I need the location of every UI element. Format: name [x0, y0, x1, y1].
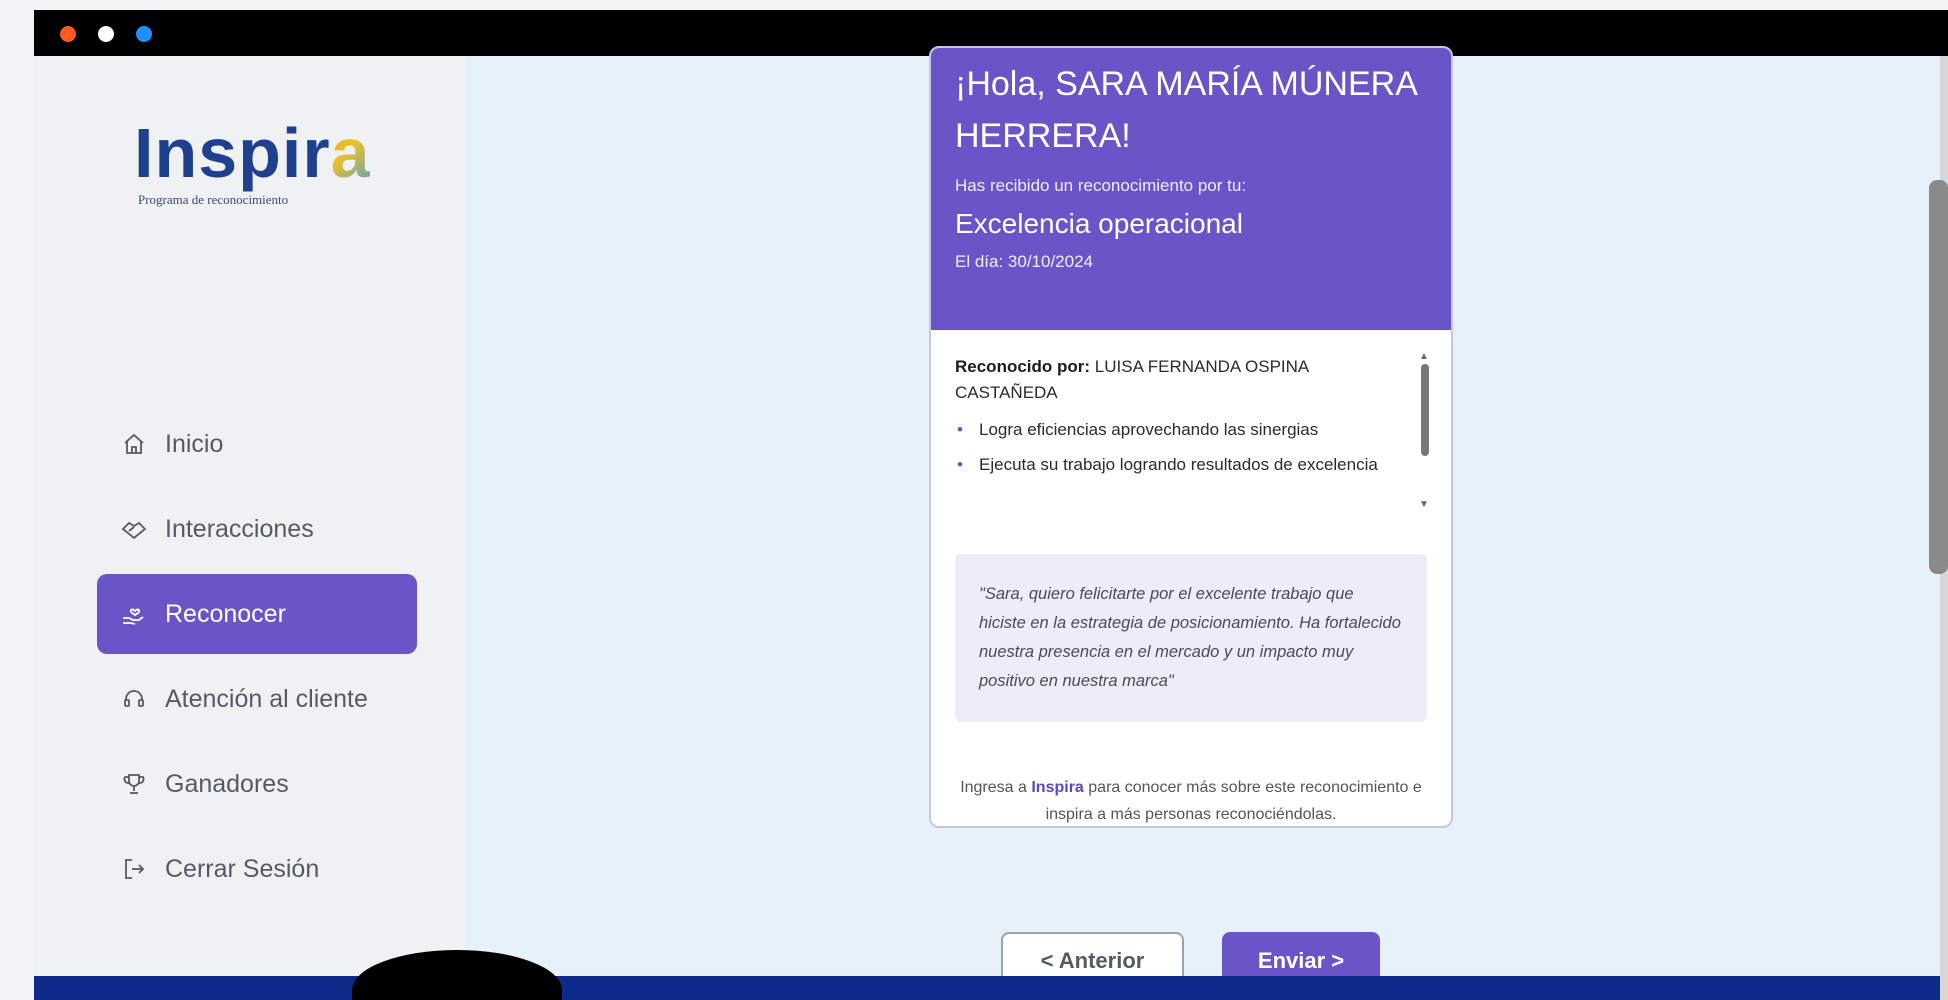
recognition-message: "Sara, quiero felicitarte por el excelen…: [955, 554, 1427, 722]
home-icon: [119, 429, 149, 459]
recognition-details-scrollbox[interactable]: Reconocido por: LUISA FERNANDA OSPINA CA…: [955, 351, 1429, 524]
inner-scrollbar[interactable]: ▲ ▼: [1419, 344, 1431, 524]
sidebar-item-label: Reconocer: [165, 599, 286, 628]
sidebar-item-label: Ganadores: [165, 769, 289, 798]
footer-brand-link[interactable]: Inspira: [1031, 779, 1083, 796]
headset-icon: [119, 684, 149, 714]
card-footer-text: Ingresa a Inspira para conocer más sobre…: [955, 774, 1427, 826]
page-scrollbar-thumb[interactable]: [1929, 180, 1948, 574]
logo-word-accent: a: [330, 114, 371, 192]
desktop-background: Inspira Programa de reconocimiento Inici…: [0, 0, 1948, 1000]
received-text: Has recibido un reconocimiento por tu:: [955, 176, 1247, 195]
scroll-down-arrow-icon[interactable]: ▼: [1419, 492, 1429, 518]
sidebar-nav: Inicio Interacciones Reconocer Atención …: [97, 404, 417, 914]
recognition-date: El día: 30/10/2024: [955, 252, 1094, 271]
app-window: Inspira Programa de reconocimiento Inici…: [34, 10, 1948, 1000]
sidebar-item-label: Interacciones: [165, 514, 314, 543]
recognition-card: ¡Hola, SARA MARÍA MÚNERA HERRERA! Has re…: [929, 46, 1453, 828]
hands-icon: [119, 514, 149, 544]
sidebar: Inspira Programa de reconocimiento Inici…: [34, 56, 466, 1000]
card-body: Reconocido por: LUISA FERNANDA OSPINA CA…: [931, 330, 1451, 826]
sidebar-item-reconocer[interactable]: Reconocer: [97, 574, 417, 654]
maximize-window-button[interactable]: [136, 26, 152, 42]
minimize-window-button[interactable]: [98, 26, 114, 42]
list-item: Ejecuta su trabajo logrando resultados d…: [955, 451, 1403, 478]
close-window-button[interactable]: [60, 26, 76, 42]
list-item: Logra eficiencias aprovechando las siner…: [955, 416, 1403, 443]
sidebar-item-cerrar-sesion[interactable]: Cerrar Sesión: [97, 829, 417, 909]
inspira-logo[interactable]: Inspira Programa de reconocimiento: [134, 118, 371, 208]
logo-word-main: Inspir: [134, 114, 331, 192]
sidebar-item-atencion[interactable]: Atención al cliente: [97, 659, 417, 739]
sidebar-item-ganadores[interactable]: Ganadores: [97, 744, 417, 824]
main-content: ¡Hola, SARA MARÍA MÚNERA HERRERA! Has re…: [466, 46, 1940, 1000]
recognized-by-label: Reconocido por:: [955, 357, 1091, 376]
sidebar-item-interacciones[interactable]: Interacciones: [97, 489, 417, 569]
behaviors-list: Logra eficiencias aprovechando las siner…: [955, 416, 1403, 478]
card-header: ¡Hola, SARA MARÍA MÚNERA HERRERA! Has re…: [931, 48, 1451, 330]
sidebar-item-label: Inicio: [165, 429, 224, 458]
sidebar-item-label: Atención al cliente: [165, 684, 368, 713]
footer-post: para conocer más sobre este reconocimien…: [1045, 779, 1422, 823]
logout-icon: [119, 854, 149, 884]
trophy-icon: [119, 769, 149, 799]
sidebar-item-label: Cerrar Sesión: [165, 854, 320, 883]
inner-scrollbar-thumb[interactable]: [1421, 364, 1429, 456]
bottom-banner: [34, 976, 1940, 1000]
logo-subtitle: Programa de reconocimiento: [138, 192, 289, 207]
recognized-by: Reconocido por: LUISA FERNANDA OSPINA CA…: [955, 354, 1403, 406]
sidebar-item-inicio[interactable]: Inicio: [97, 404, 417, 484]
heart-hand-icon: [119, 599, 149, 629]
greeting-title: ¡Hola, SARA MARÍA MÚNERA HERRERA!: [955, 65, 1417, 155]
recognition-title: Excelencia operacional: [955, 208, 1243, 239]
footer-pre: Ingresa a: [960, 779, 1027, 796]
